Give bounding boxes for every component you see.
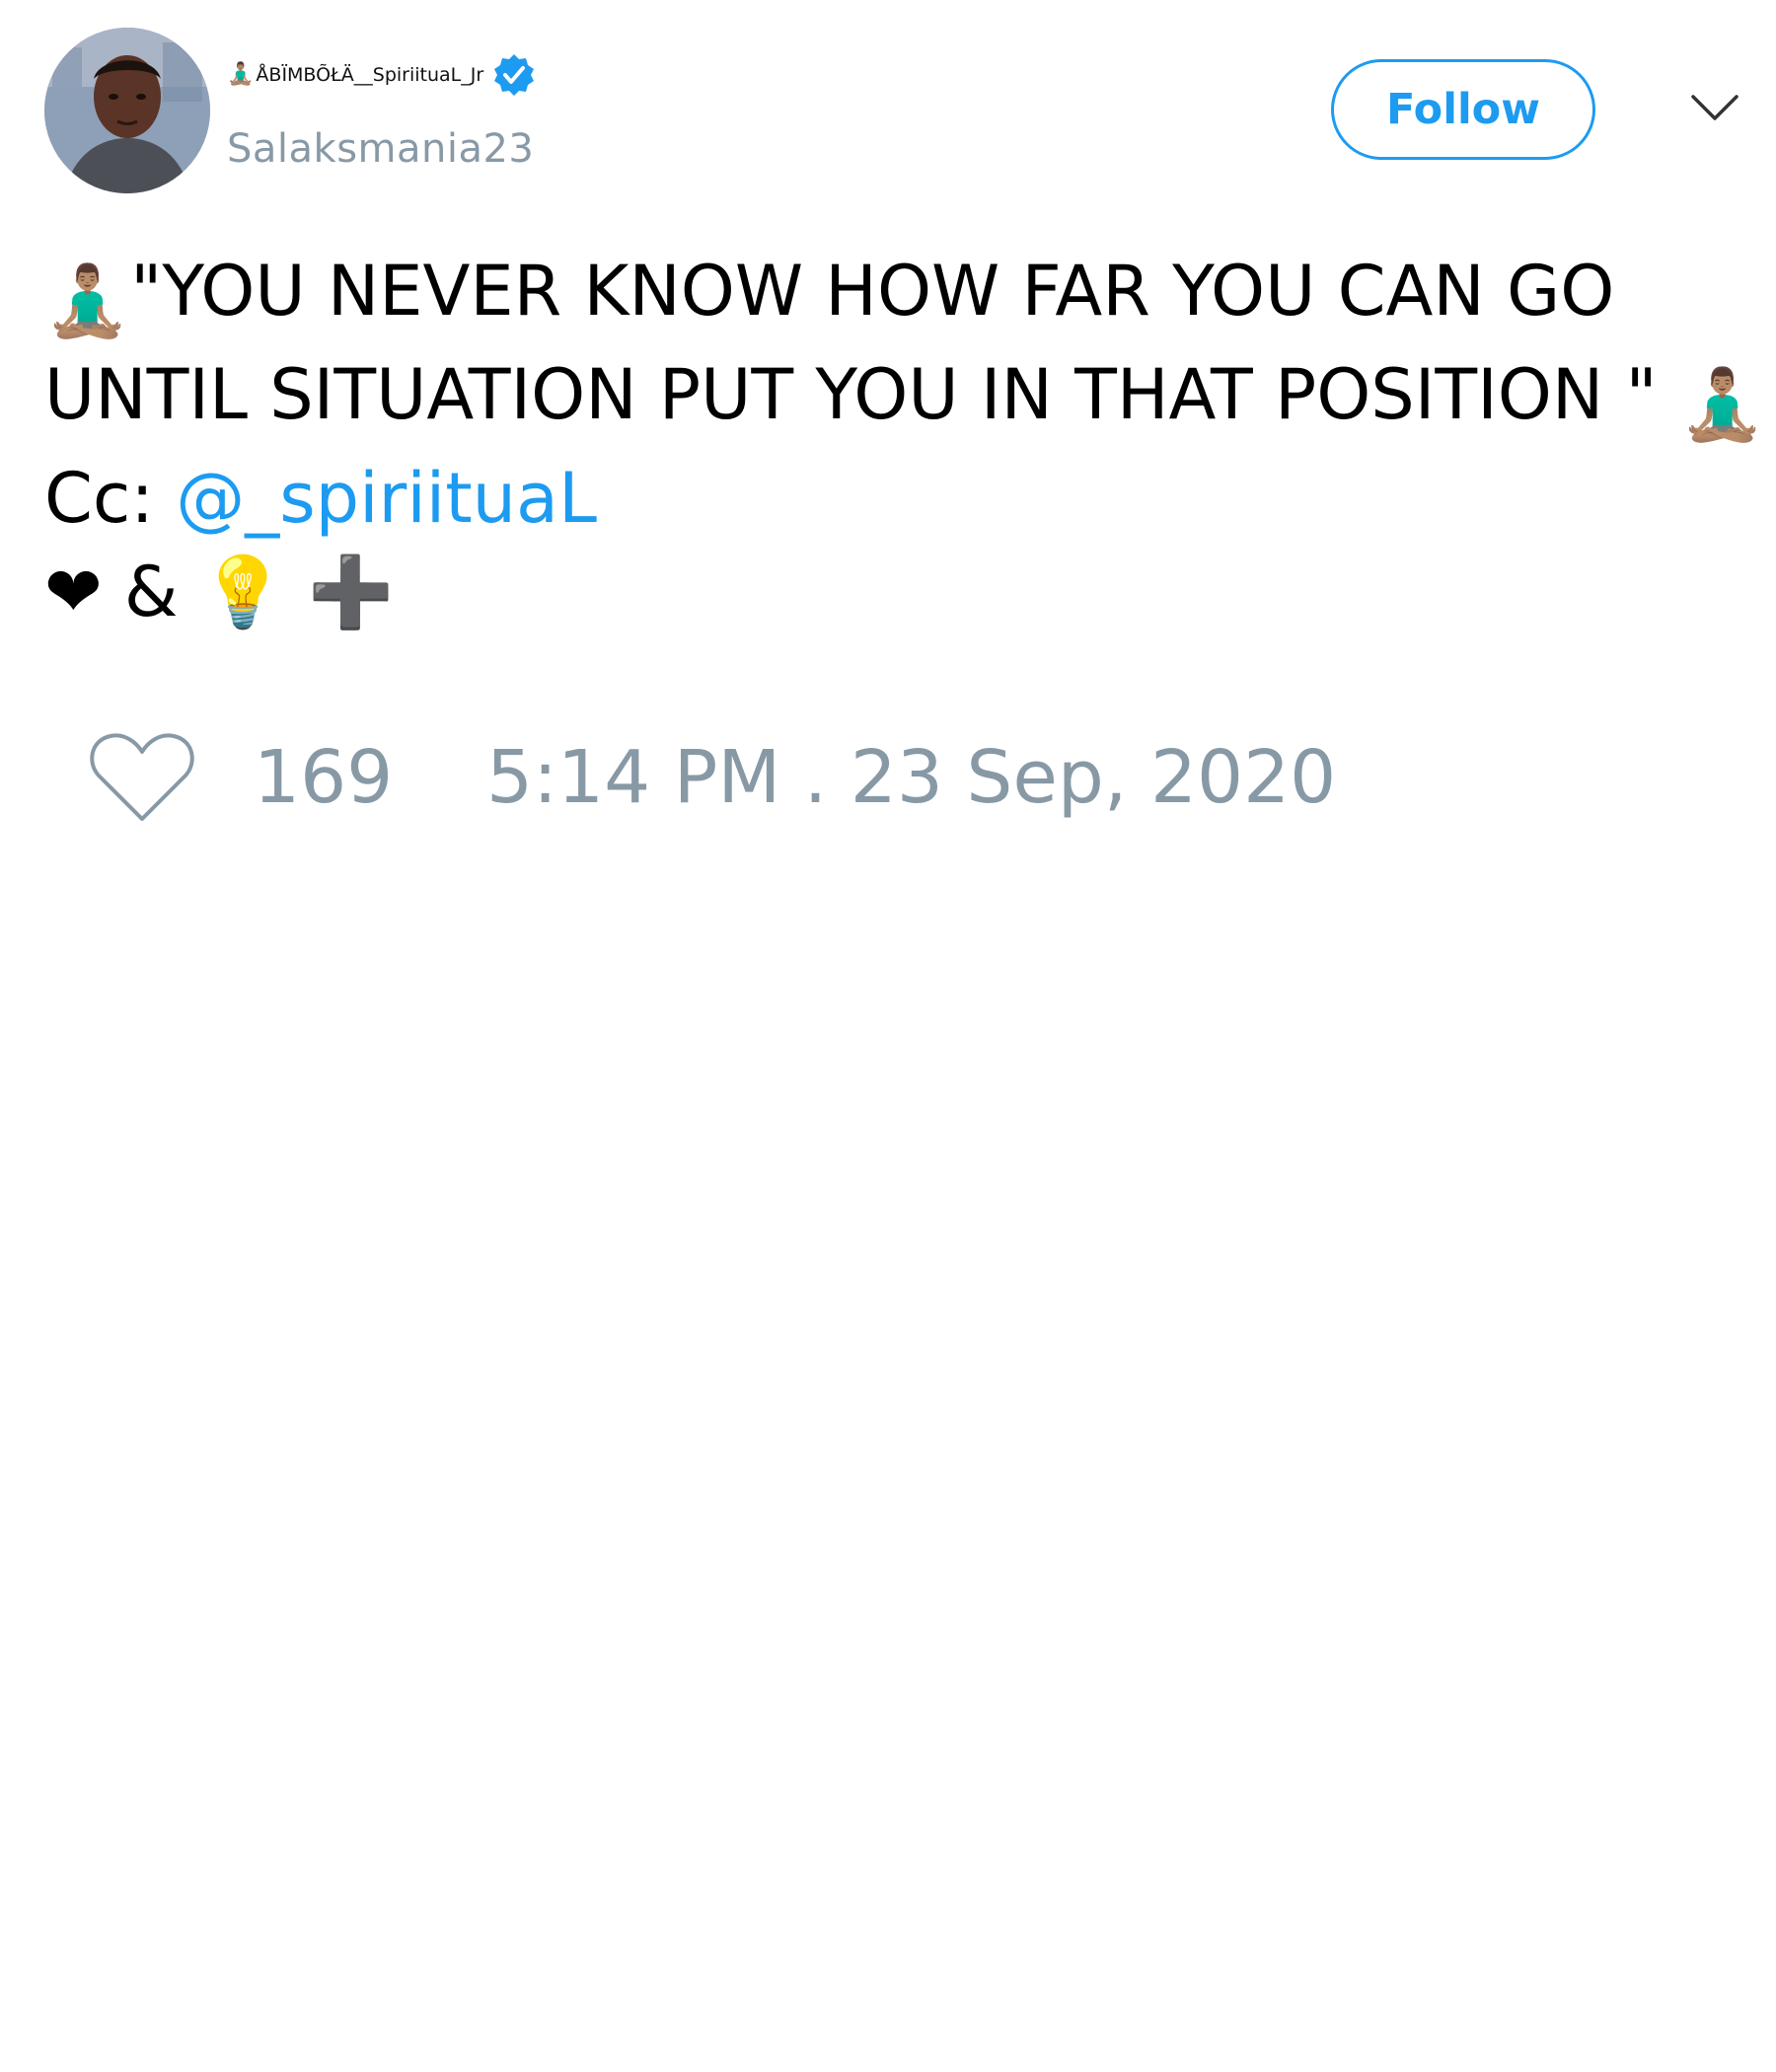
author-name-row[interactable]: 🧘🏽‍♂️ ÅBÏMBÕŁÄ__SpiriituaL_Jr (227, 54, 537, 96)
tweet-line-3: Cc: @_spiriituaL (44, 452, 1741, 546)
tweet-line-1-text: "YOU NEVER KNOW HOW FAR YOU CAN GO (130, 251, 1615, 332)
chevron-down-icon[interactable] (1690, 89, 1739, 128)
meditation-emoji-icon: 🧘🏽‍♂️ (44, 260, 131, 341)
like-count: 169 (254, 735, 394, 820)
avatar[interactable] (44, 28, 210, 193)
follow-button[interactable]: Follow (1331, 59, 1595, 160)
heart-emoji-icon: ❤ (44, 552, 103, 632)
cc-prefix: Cc: (44, 458, 177, 539)
tweet-line-2: UNTIL SITUATION PUT YOU IN THAT POSITION… (44, 348, 1765, 452)
lightbulb-emoji-icon: 💡 (199, 552, 286, 632)
plus-emoji-icon: ➕ (308, 552, 395, 632)
mention-link[interactable]: @_spiriituaL (176, 458, 597, 539)
tweet-line-2-text: UNTIL SITUATION PUT YOU IN THAT POSITION… (44, 354, 1658, 435)
meditation-emoji-icon: 🧘🏽‍♂️ (1678, 364, 1766, 445)
meditation-emoji-icon: 🧘🏽‍♂️ (227, 62, 255, 87)
tweet-text: 🧘🏽‍♂️"YOU NEVER KNOW HOW FAR YOU CAN GO … (44, 245, 1765, 639)
author-handle[interactable]: Salaksmania23 (227, 126, 534, 172)
heart-outline-icon[interactable] (89, 730, 195, 825)
tweet-card: 🧘🏽‍♂️ ÅBÏMBÕŁÄ__SpiriituaL_Jr Salaksmani… (0, 0, 1776, 2072)
avatar-photo-icon (44, 28, 210, 193)
timestamp[interactable]: 5:14 PM . 23 Sep, 2020 (486, 735, 1336, 820)
verified-badge-icon (494, 54, 535, 96)
display-name[interactable]: ÅBÏMBÕŁÄ__SpiriituaL_Jr (256, 64, 483, 86)
tweet-line-1: 🧘🏽‍♂️"YOU NEVER KNOW HOW FAR YOU CAN GO (44, 245, 1741, 348)
tweet-line-4: ❤ & 💡 ➕ (44, 546, 1741, 639)
ampersand-text: & (123, 552, 179, 632)
